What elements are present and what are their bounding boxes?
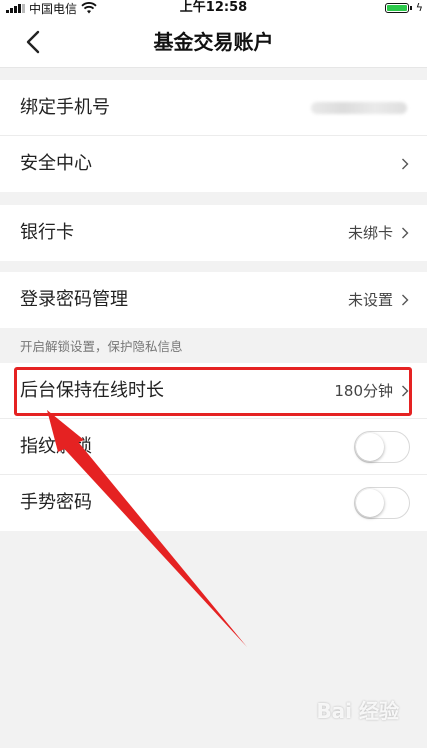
bank-card-label: 银行卡	[20, 222, 74, 243]
gesture-toggle[interactable]	[354, 487, 410, 519]
fingerprint-toggle[interactable]	[354, 431, 410, 463]
account-group: 绑定手机号 安全中心	[0, 80, 427, 192]
row-login-password[interactable]: 登录密码管理 未设置	[0, 272, 427, 328]
unlock-section-note: 开启解锁设置，保护隐私信息	[20, 339, 183, 354]
row-bank-card[interactable]: 银行卡 未绑卡	[0, 205, 427, 261]
watermark-logo: Bai 经验	[316, 699, 399, 723]
row-fingerprint-unlock: 指纹解锁	[0, 419, 427, 475]
gesture-password-label: 手势密码	[20, 492, 92, 513]
phone-number-blurred	[311, 102, 407, 114]
status-bar: 中国电信 上午12:58 ϟ	[0, 0, 427, 16]
battery-tip	[410, 6, 412, 10]
bound-phone-label: 绑定手机号	[20, 97, 110, 118]
row-security-center[interactable]: 安全中心	[0, 136, 427, 192]
chevron-right-icon	[402, 385, 409, 397]
nav-bar: 基金交易账户	[0, 16, 427, 68]
online-duration-label: 后台保持在线时长	[20, 380, 164, 401]
status-time: 上午12:58	[179, 0, 248, 15]
login-password-status: 未设置	[347, 291, 393, 309]
security-center-label: 安全中心	[20, 153, 92, 174]
fingerprint-unlock-label: 指纹解锁	[20, 436, 92, 457]
bank-group: 银行卡 未绑卡	[0, 205, 427, 261]
row-bound-phone: 绑定手机号	[0, 80, 427, 136]
chevron-right-icon	[402, 227, 409, 239]
battery-icon	[385, 3, 409, 13]
chevron-right-icon	[402, 158, 409, 170]
login-password-label: 登录密码管理	[20, 289, 128, 310]
unlock-group: 后台保持在线时长 180分钟 指纹解锁 手势密码	[0, 363, 427, 531]
row-online-duration[interactable]: 后台保持在线时长 180分钟	[0, 363, 427, 419]
online-duration-value: 180分钟	[334, 382, 393, 400]
toggle-knob	[356, 489, 384, 517]
page-title: 基金交易账户	[153, 30, 274, 54]
chevron-right-icon	[402, 294, 409, 306]
toggle-knob	[356, 433, 384, 461]
password-group: 登录密码管理 未设置	[0, 272, 427, 328]
bank-card-status: 未绑卡	[347, 224, 393, 242]
row-gesture-password: 手势密码	[0, 475, 427, 531]
charging-icon: ϟ	[415, 1, 423, 14]
